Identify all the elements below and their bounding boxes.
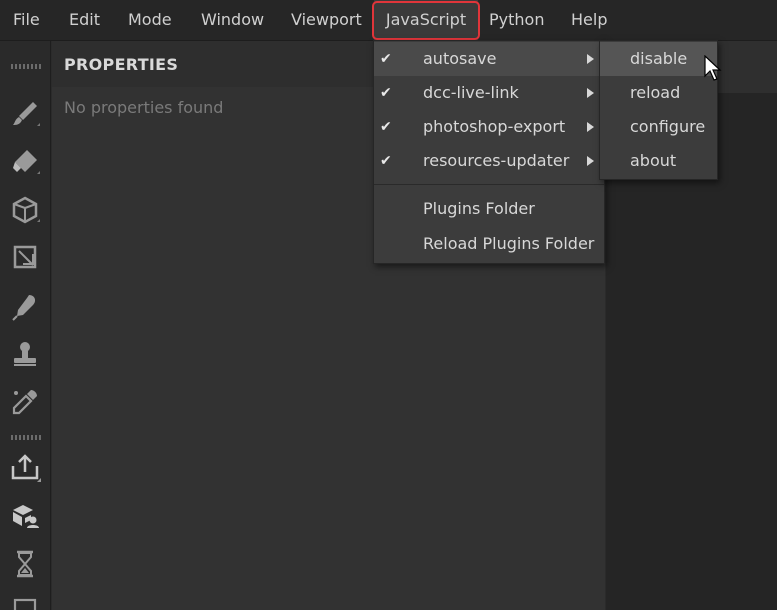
submenu-configure[interactable]: configure xyxy=(600,110,717,144)
submenu-label: configure xyxy=(630,117,706,136)
menu-window[interactable]: Window xyxy=(201,0,264,40)
submenu-label: reload xyxy=(630,83,681,102)
action-label: Plugins Folder xyxy=(423,199,535,218)
plugin-label: dcc-live-link xyxy=(423,83,519,102)
menu-mode[interactable]: Mode xyxy=(128,0,172,40)
paint-brush-icon[interactable] xyxy=(9,98,41,130)
clone-stamp-icon[interactable] xyxy=(9,338,41,370)
menu-python[interactable]: Python xyxy=(489,0,544,40)
submenu-arrow-icon xyxy=(587,54,594,64)
export-icon[interactable] xyxy=(9,452,41,484)
submenu-arrow-icon xyxy=(587,88,594,98)
autosave-submenu: disable reload configure about xyxy=(599,40,718,180)
menu-plugin-photoshop-export[interactable]: ✔ photoshop-export xyxy=(374,110,604,144)
menu-plugin-dcc-live-link[interactable]: ✔ dcc-live-link xyxy=(374,76,604,110)
menu-plugin-autosave[interactable]: ✔ autosave xyxy=(374,42,604,76)
history-icon[interactable] xyxy=(9,548,41,580)
javascript-menu-highlight xyxy=(372,1,480,40)
bake-icon[interactable] xyxy=(9,500,41,532)
toolbar-grip[interactable] xyxy=(11,64,41,69)
polygon-fill-icon[interactable] xyxy=(9,242,41,274)
toolbar-grip-2[interactable] xyxy=(11,435,41,440)
menu-help[interactable]: Help xyxy=(571,0,607,40)
layers-icon[interactable] xyxy=(9,596,41,610)
smudge-icon[interactable] xyxy=(9,290,41,322)
menu-plugins-folder[interactable]: Plugins Folder xyxy=(374,192,604,226)
menu-reload-plugins-folder[interactable]: Reload Plugins Folder xyxy=(374,227,604,261)
projection-icon[interactable] xyxy=(9,194,41,226)
submenu-disable[interactable]: disable xyxy=(600,42,717,76)
left-toolbar xyxy=(0,41,51,610)
properties-empty-text: No properties found xyxy=(64,98,224,117)
menu-file[interactable]: File xyxy=(13,0,40,40)
menu-plugin-resources-updater[interactable]: ✔ resources-updater xyxy=(374,144,604,178)
check-icon: ✔ xyxy=(380,51,392,67)
plugin-label: photoshop-export xyxy=(423,117,566,136)
properties-title: PROPERTIES xyxy=(64,55,179,74)
plugin-label: resources-updater xyxy=(423,151,570,170)
submenu-reload[interactable]: reload xyxy=(600,76,717,110)
javascript-dropdown-menu: ✔ autosave ✔ dcc-live-link ✔ photoshop-e… xyxy=(373,40,605,264)
plugin-label: autosave xyxy=(423,49,497,68)
check-icon: ✔ xyxy=(380,85,392,101)
menu-viewport[interactable]: Viewport xyxy=(291,0,362,40)
submenu-label: disable xyxy=(630,49,688,68)
check-icon: ✔ xyxy=(380,119,392,135)
menu-separator xyxy=(374,184,604,185)
mouse-cursor-icon xyxy=(704,54,724,83)
menu-edit[interactable]: Edit xyxy=(69,0,100,40)
submenu-label: about xyxy=(630,151,677,170)
check-icon: ✔ xyxy=(380,153,392,169)
submenu-arrow-icon xyxy=(587,156,594,166)
eraser-icon[interactable] xyxy=(9,146,41,178)
submenu-arrow-icon xyxy=(587,122,594,132)
color-picker-icon[interactable] xyxy=(9,386,41,418)
action-label: Reload Plugins Folder xyxy=(423,234,595,253)
submenu-about[interactable]: about xyxy=(600,144,717,178)
